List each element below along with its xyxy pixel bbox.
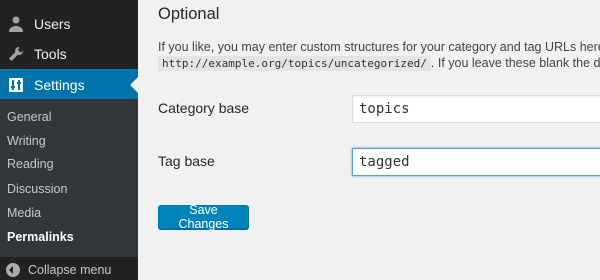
users-icon <box>6 14 26 34</box>
category-base-label: Category base <box>158 100 250 116</box>
code-example: http://example.org/topics/uncategorized/ <box>158 56 431 71</box>
submenu-item-reading[interactable]: Reading <box>7 156 54 172</box>
sidebar-item-label: Users <box>34 16 71 32</box>
sidebar-item-label: Settings <box>34 77 85 93</box>
sidebar-item-settings[interactable]: Settings <box>0 69 138 101</box>
settings-submenu: General Writing Reading Discussion Media… <box>0 99 138 257</box>
collapse-menu-label: Collapse menu <box>28 263 112 277</box>
section-title: Optional <box>158 5 220 23</box>
submenu-item-general[interactable]: General <box>7 109 51 125</box>
description-line-2-tail: . If you leave these blank the defaul <box>430 56 600 70</box>
tag-base-label: Tag base <box>158 153 215 169</box>
sidebar-item-label: Tools <box>34 46 67 62</box>
save-changes-button[interactable]: Save Changes <box>158 203 249 231</box>
sidebar-item-users[interactable]: Users <box>0 8 138 40</box>
submenu-item-discussion[interactable]: Discussion <box>7 181 67 197</box>
submenu-item-writing[interactable]: Writing <box>7 133 46 149</box>
collapse-menu-button[interactable]: Collapse menu <box>0 260 138 280</box>
admin-sidebar: Users Tools Settings General Writing Rea… <box>0 0 138 280</box>
main-content: Optional If you like, you may enter cust… <box>138 0 600 280</box>
submenu-item-permalinks[interactable]: Permalinks <box>7 229 74 245</box>
settings-icon <box>6 75 26 95</box>
description-line-1: If you like, you may enter custom struct… <box>158 40 600 54</box>
description-line-2: http://example.org/topics/uncategorized/… <box>158 56 600 71</box>
tools-icon <box>6 44 26 64</box>
category-base-input[interactable] <box>352 95 600 123</box>
submenu-item-media[interactable]: Media <box>7 205 41 221</box>
collapse-icon <box>6 263 20 277</box>
sidebar-item-tools[interactable]: Tools <box>0 38 138 70</box>
tag-base-input[interactable] <box>352 148 600 176</box>
